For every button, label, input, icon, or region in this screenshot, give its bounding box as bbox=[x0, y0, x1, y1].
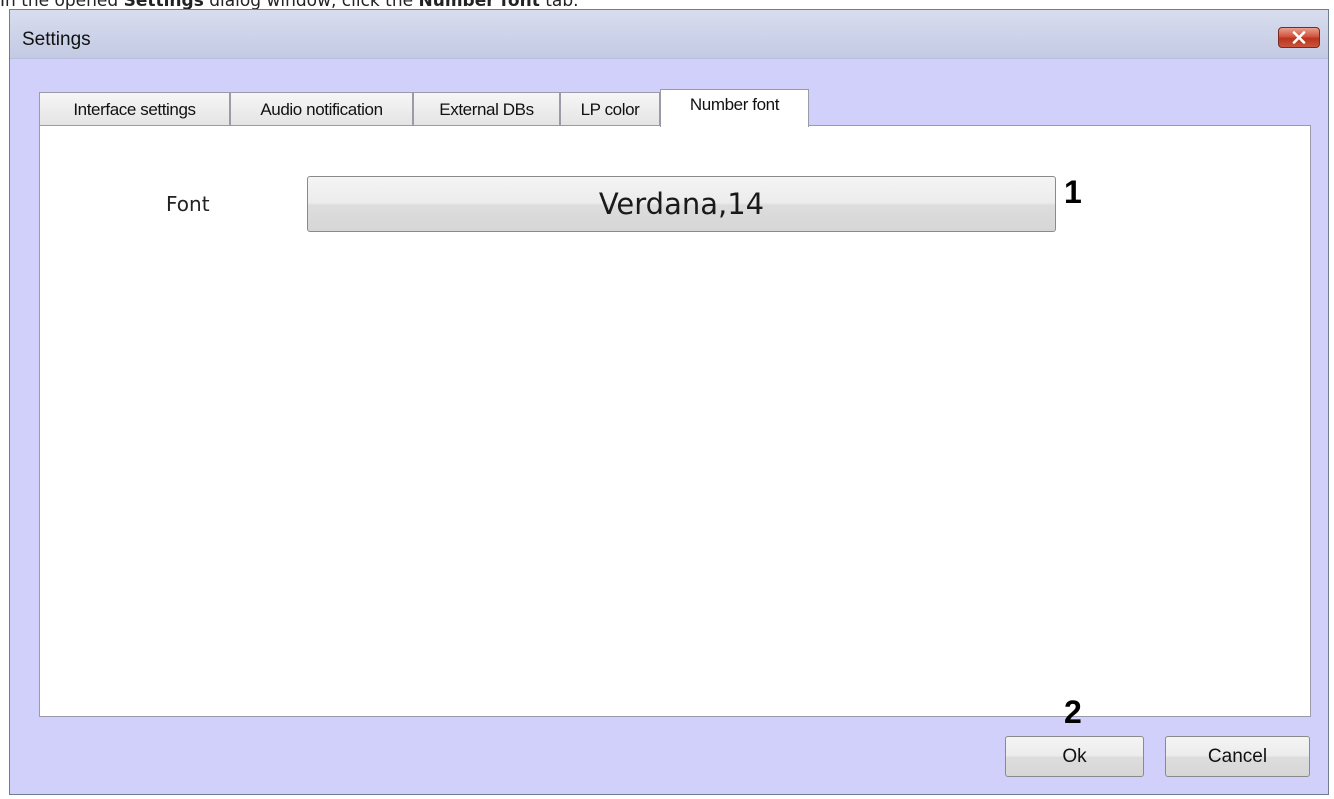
close-x-icon bbox=[1292, 31, 1306, 44]
tab-interface-settings[interactable]: Interface settings bbox=[39, 92, 230, 125]
close-button[interactable] bbox=[1278, 27, 1320, 48]
font-label: Font bbox=[166, 192, 210, 216]
number-font-panel: Font Verdana,14 1 bbox=[39, 125, 1311, 717]
callout-2: 2 bbox=[1064, 694, 1082, 730]
window-title: Settings bbox=[22, 29, 91, 50]
font-select-button[interactable]: Verdana,14 bbox=[307, 176, 1056, 232]
settings-dialog: Settings Interface settings Audio notifi… bbox=[9, 9, 1329, 795]
callout-1: 1 bbox=[1064, 174, 1082, 210]
tab-external-dbs[interactable]: External DBs bbox=[413, 92, 560, 125]
ok-button[interactable]: Ok bbox=[1005, 736, 1144, 777]
tab-lp-color[interactable]: LP color bbox=[560, 92, 660, 125]
title-bar[interactable]: Settings bbox=[10, 10, 1328, 59]
tab-audio-notification[interactable]: Audio notification bbox=[230, 92, 413, 125]
tab-number-font[interactable]: Number font bbox=[660, 89, 809, 127]
cancel-button[interactable]: Cancel bbox=[1165, 736, 1310, 777]
